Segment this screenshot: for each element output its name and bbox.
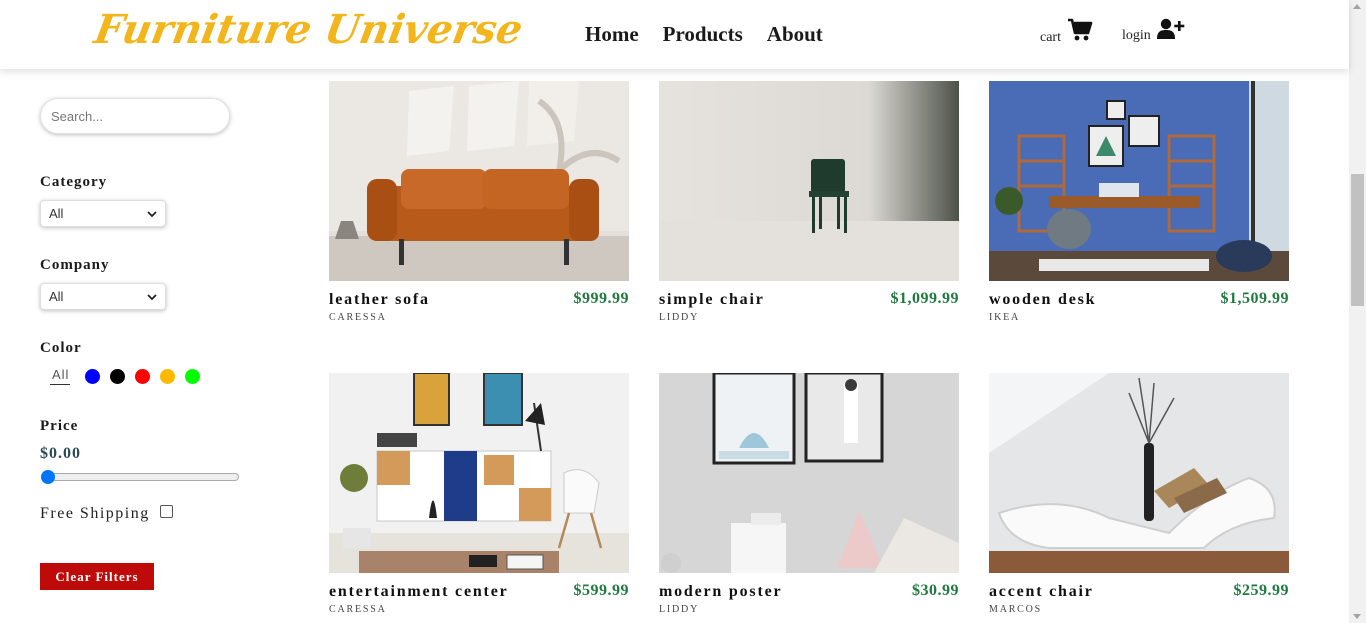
product-image[interactable] — [989, 373, 1289, 573]
company-select[interactable]: All — [40, 283, 166, 310]
product-price: $999.99 — [573, 290, 629, 307]
category-value: All — [49, 206, 64, 221]
product-name: leather sofa — [329, 291, 430, 308]
product-name: accent chair — [989, 583, 1094, 600]
user-plus-icon — [1156, 18, 1185, 45]
site-header: Furniture Universe Home Products About c… — [0, 0, 1349, 69]
product-company: liddy — [659, 312, 700, 323]
clear-filters-button[interactable]: Clear Filters — [40, 563, 154, 590]
color-swatch-blue[interactable] — [85, 368, 101, 384]
cart-icon — [1067, 18, 1093, 47]
scroll-down-icon[interactable] — [1353, 614, 1361, 619]
product-name: entertainment center — [329, 583, 509, 600]
color-swatch-green[interactable] — [185, 368, 201, 384]
color-swatch-red[interactable] — [135, 368, 151, 384]
product-image[interactable] — [329, 81, 629, 281]
product-name: simple chair — [659, 291, 765, 308]
site-logo[interactable]: Furniture Universe — [91, 6, 526, 53]
free-shipping-checkbox[interactable] — [159, 505, 173, 518]
free-shipping-row: Free Shipping — [40, 505, 173, 523]
main-nav: Home Products About — [585, 22, 823, 47]
nav-home-link[interactable]: Home — [585, 22, 639, 47]
chevron-down-icon — [147, 206, 157, 221]
price-label: Price — [40, 418, 79, 434]
color-options: All — [50, 367, 210, 385]
scroll-up-icon[interactable] — [1353, 4, 1361, 9]
company-value: All — [49, 289, 64, 304]
product-image[interactable] — [989, 81, 1289, 281]
company-label: Company — [40, 257, 110, 273]
product-company: liddy — [659, 604, 700, 615]
price-value: $0.00 — [40, 445, 81, 462]
nav-about-link[interactable]: About — [767, 22, 823, 47]
login-button[interactable]: login — [1122, 18, 1185, 45]
free-shipping-label: Free Shipping — [40, 505, 150, 522]
product-image[interactable] — [329, 373, 629, 573]
cart-button[interactable]: cart — [1040, 18, 1093, 47]
product-company: caressa — [329, 604, 387, 615]
product-price: $599.99 — [573, 582, 629, 599]
category-label: Category — [40, 174, 108, 190]
cart-label: cart — [1040, 30, 1061, 45]
product-name: modern poster — [659, 583, 783, 600]
price-slider-handle[interactable] — [41, 470, 55, 484]
category-select[interactable]: All — [40, 200, 166, 227]
scroll-thumb[interactable] — [1351, 174, 1364, 306]
color-swatch-yellow[interactable] — [160, 368, 176, 384]
product-company: caressa — [329, 312, 387, 323]
product-price: $1,509.99 — [1220, 290, 1289, 307]
product-price: $259.99 — [1233, 582, 1289, 599]
product-image[interactable] — [659, 81, 959, 281]
color-swatch-black[interactable] — [110, 368, 126, 384]
product-image[interactable] — [659, 373, 959, 573]
color-label: Color — [40, 340, 82, 356]
search-input[interactable] — [40, 98, 230, 134]
product-price: $30.99 — [912, 582, 959, 599]
product-price: $1,099.99 — [890, 290, 959, 307]
product-company: ikea — [989, 312, 1021, 323]
chevron-down-icon — [147, 289, 157, 304]
page-scrollbar[interactable] — [1349, 0, 1366, 623]
product-name: wooden desk — [989, 291, 1097, 308]
color-all-button[interactable]: All — [50, 367, 71, 385]
price-slider[interactable] — [42, 473, 239, 481]
login-label: login — [1122, 28, 1151, 43]
product-company: marcos — [989, 604, 1043, 615]
nav-products-link[interactable]: Products — [663, 22, 743, 47]
